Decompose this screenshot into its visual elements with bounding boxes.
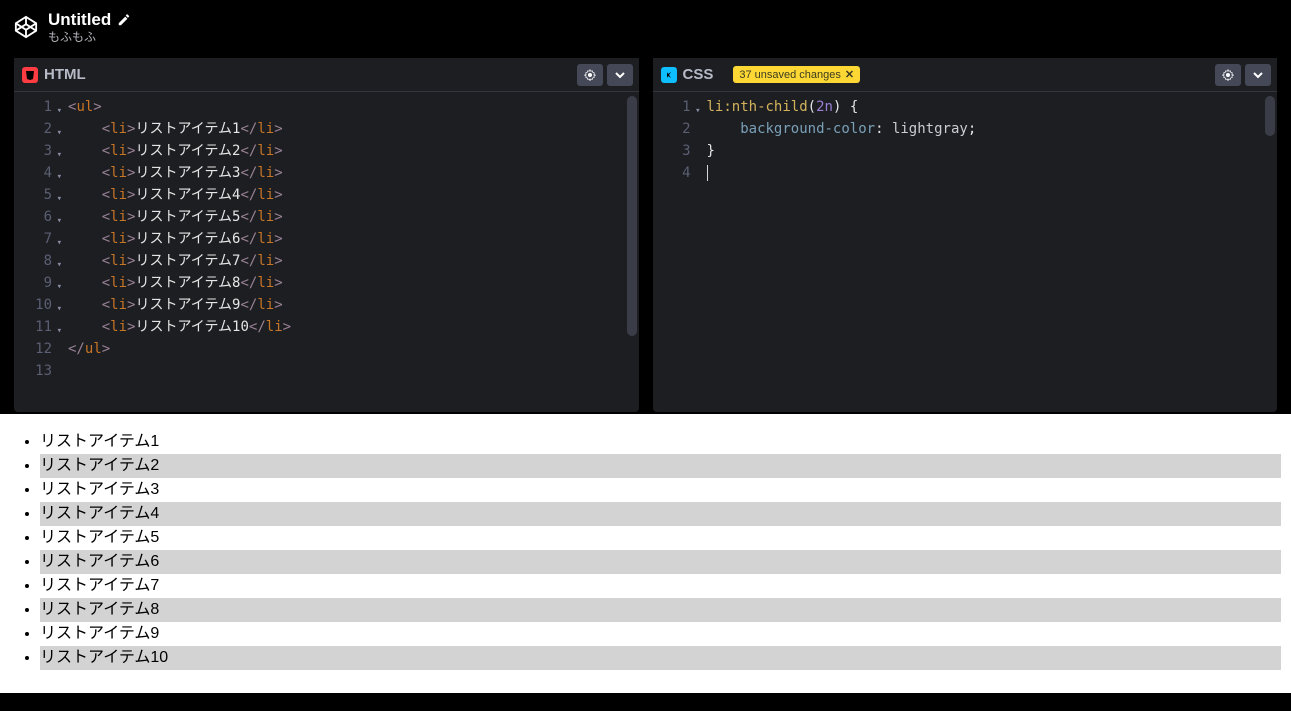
html-panel: HTML 1▾2▾3▾4▾5▾6▾7▾8▾9▾10▾11▾1213 <ul> <… — [14, 58, 639, 412]
list-item: リストアイテム2 — [40, 454, 1281, 478]
close-icon[interactable]: ✕ — [845, 68, 854, 81]
html-settings-button[interactable] — [577, 64, 603, 86]
edit-title-icon[interactable] — [117, 13, 131, 27]
html-scrollbar[interactable] — [627, 96, 637, 376]
app-header: Untitled もふもふ — [0, 0, 1291, 52]
list-item: リストアイテム6 — [40, 550, 1281, 574]
list-item: リストアイテム10 — [40, 646, 1281, 670]
list-item: リストアイテム7 — [40, 574, 1281, 598]
html-tab-label: HTML — [44, 66, 86, 83]
list-item: リストアイテム8 — [40, 598, 1281, 622]
list-item: リストアイテム9 — [40, 622, 1281, 646]
css-code-editor[interactable]: 1▾234 li:nth-child(2n) { background-colo… — [653, 92, 1278, 412]
css-panel-header: CSS 37 unsaved changes ✕ — [653, 58, 1278, 92]
list-item: リストアイテム1 — [40, 430, 1281, 454]
preview-list: リストアイテム1リストアイテム2リストアイテム3リストアイテム4リストアイテム5… — [10, 430, 1281, 670]
css-tab-label: CSS — [683, 66, 714, 83]
list-item: リストアイテム5 — [40, 526, 1281, 550]
preview-pane[interactable]: リストアイテム1リストアイテム2リストアイテム3リストアイテム4リストアイテム5… — [0, 414, 1291, 693]
html-code-editor[interactable]: 1▾2▾3▾4▾5▾6▾7▾8▾9▾10▾11▾1213 <ul> <li>リス… — [14, 92, 639, 412]
css-scrollbar[interactable] — [1265, 96, 1275, 376]
css-settings-button[interactable] — [1215, 64, 1241, 86]
html-lang-icon — [22, 67, 38, 83]
css-tab[interactable]: CSS — [653, 58, 726, 91]
html-dropdown-button[interactable] — [607, 64, 633, 86]
pen-title[interactable]: Untitled — [48, 10, 111, 30]
css-lang-icon — [661, 67, 677, 83]
css-dropdown-button[interactable] — [1245, 64, 1271, 86]
codepen-logo-icon[interactable] — [14, 15, 38, 39]
unsaved-changes-text: 37 unsaved changes — [739, 69, 841, 81]
html-tab[interactable]: HTML — [14, 58, 98, 91]
list-item: リストアイテム3 — [40, 478, 1281, 502]
list-item: リストアイテム4 — [40, 502, 1281, 526]
pen-author[interactable]: もふもふ — [48, 31, 131, 45]
css-panel: CSS 37 unsaved changes ✕ 1▾234 li:nth-ch… — [653, 58, 1278, 412]
html-panel-header: HTML — [14, 58, 639, 92]
editors-row: HTML 1▾2▾3▾4▾5▾6▾7▾8▾9▾10▾11▾1213 <ul> <… — [0, 52, 1291, 412]
unsaved-changes-badge[interactable]: 37 unsaved changes ✕ — [733, 66, 860, 83]
